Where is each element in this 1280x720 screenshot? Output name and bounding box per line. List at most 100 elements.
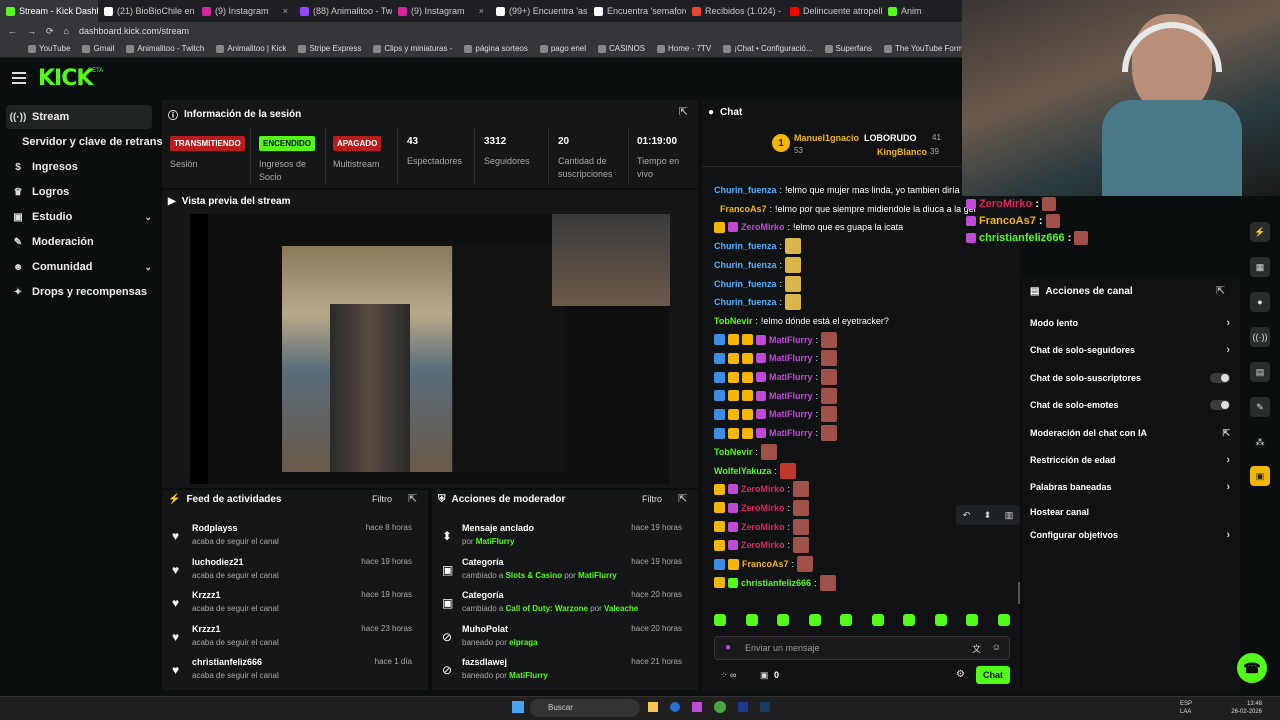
chat-message[interactable]: Churin_fuenza:: [714, 294, 802, 311]
emote-icon[interactable]: [714, 614, 726, 626]
bookmark[interactable]: ¡Chat • Configuració...: [723, 44, 813, 53]
send-chat-button[interactable]: Chat: [976, 666, 1010, 684]
emote-icon[interactable]: [997, 614, 1010, 626]
feed-username[interactable]: Krzzz1: [192, 624, 221, 634]
mic-icon[interactable]: ●: [725, 642, 731, 653]
chat-scrollbar[interactable]: [1018, 582, 1020, 604]
sidebar-item-studio[interactable]: ▣ Estudio ⌄: [6, 205, 152, 229]
emote-icon[interactable]: [777, 614, 790, 626]
chat-message[interactable]: ZeroMirko:: [714, 499, 810, 516]
chat-message[interactable]: TobNevir:: [714, 443, 777, 460]
note-icon[interactable]: ▦: [1250, 257, 1270, 277]
modaction-row[interactable]: ▣ Categoría cambiado a Call of Duty: Warzo…: [432, 588, 692, 620]
toggle-switch[interactable]: [1210, 373, 1230, 383]
chat-message[interactable]: MatiFlurry:: [714, 406, 838, 423]
chat-username[interactable]: MatiFlurry: [769, 372, 813, 382]
chat-username[interactable]: ZeroMirko: [741, 222, 785, 232]
modaction-row[interactable]: ⊘ fazsdlawej baneado por MatiFlurry hace 21…: [432, 655, 692, 687]
chat-username[interactable]: Churin_fuenza: [714, 297, 777, 307]
gift-count-icon[interactable]: ▣: [760, 670, 769, 681]
browser-tab[interactable]: Recibidos (1.024) - anim×: [686, 0, 784, 22]
modaction-highlight[interactable]: MatiFlurry: [578, 571, 617, 580]
chat-message[interactable]: MatiFlurry:: [714, 350, 838, 367]
layout-icon[interactable]: ▤: [1250, 362, 1270, 382]
modaction-highlight[interactable]: Valeache: [604, 604, 638, 613]
chrome-icon[interactable]: [714, 701, 726, 713]
bookmark[interactable]: Stripe Express: [298, 44, 361, 53]
browser-tab[interactable]: (88) Animalitoo - Twitch×: [294, 0, 392, 22]
channel-action-9[interactable]: Configurar objetivos ›: [1030, 527, 1230, 543]
menu-icon[interactable]: [12, 72, 26, 84]
chat-message[interactable]: christianfeliz666:: [714, 574, 836, 591]
chat-username[interactable]: ZeroMirko: [741, 484, 785, 494]
modaction-highlight[interactable]: MatiFlurry: [509, 671, 548, 680]
browser-tab[interactable]: (99+) Encuentra 'ashka' e×: [490, 0, 588, 22]
chat-message[interactable]: FrancoAs7:: [714, 556, 814, 572]
premiere-icon[interactable]: [738, 702, 748, 712]
folder-icon[interactable]: [648, 702, 658, 712]
emote-icon[interactable]: [840, 614, 853, 626]
chat-username[interactable]: TobNevir: [714, 316, 752, 326]
browser-tab[interactable]: Delincuente atropellado×: [784, 0, 882, 22]
chat-message[interactable]: Churin_fuenza:: [714, 275, 802, 292]
support-button[interactable]: ☎: [1237, 653, 1267, 683]
modaction-highlight[interactable]: MatiFlurry: [476, 537, 515, 546]
chat-bubble-icon[interactable]: ●: [1250, 292, 1270, 312]
chat-message[interactable]: ZeroMirko:: [714, 481, 810, 498]
url-text[interactable]: dashboard.kick.com/stream: [79, 26, 189, 36]
browser-tab[interactable]: Stream - Kick Dashboard×: [0, 0, 98, 22]
feed-username[interactable]: Rodplayss: [192, 523, 238, 533]
bookmark[interactable]: Home - 7TV: [657, 44, 711, 53]
sidebar-item-server-key[interactable]: Servidor y clave de retransmisión: [16, 130, 162, 154]
translate-icon[interactable]: 文: [972, 642, 981, 655]
kick-logo[interactable]: KICK: [38, 66, 93, 91]
back-icon[interactable]: ←: [8, 26, 17, 36]
sidebar-item-moderation[interactable]: ✎ Moderación: [6, 230, 152, 254]
channel-action-3[interactable]: Chat de solo-suscriptores: [1030, 370, 1230, 386]
browser-tab[interactable]: (9) Instagram ×: [392, 0, 490, 22]
browser-tab[interactable]: (21) BioBioChile en X: "×: [98, 0, 196, 22]
chat-message[interactable]: MatiFlurry:: [714, 331, 838, 348]
modaction-row[interactable]: ⬍ Mensaje anclado por MatiFlurry hace 19 ho…: [432, 521, 692, 553]
reload-icon[interactable]: ⟳: [46, 26, 54, 37]
app-icon[interactable]: [670, 702, 680, 712]
share-icon[interactable]: ⁂: [1250, 432, 1270, 452]
chat-message[interactable]: ZeroMirko:: [714, 518, 810, 535]
trash-icon[interactable]: ▥: [1005, 510, 1014, 521]
broadcast-icon[interactable]: ((·)): [1250, 327, 1270, 347]
wrench-icon[interactable]: ✎: [1250, 397, 1270, 417]
channel-action-4[interactable]: Chat de solo-emotes: [1030, 397, 1230, 413]
bookmark[interactable]: pago enel: [539, 44, 586, 53]
modaction-highlight[interactable]: Call of Duty: Warzone: [506, 604, 588, 613]
chat-username[interactable]: MatiFlurry: [769, 428, 813, 438]
modaction-highlight[interactable]: elpraga: [509, 638, 537, 647]
bolt-icon[interactable]: ⚡: [1250, 222, 1270, 242]
chat-username[interactable]: Churin_fuenza: [714, 260, 777, 270]
channel-action-1[interactable]: Modo lento ›: [1030, 315, 1230, 331]
bookmark[interactable]: CASINOS: [598, 44, 645, 53]
feed-username[interactable]: christianfeliz666: [192, 657, 262, 667]
chat-settings-icon[interactable]: ⚙: [956, 669, 965, 680]
app-icon[interactable]: [692, 702, 702, 712]
chat-message[interactable]: MatiFlurry:: [714, 369, 838, 385]
chat-input[interactable]: ● Enviar un mensaje 文 ☺: [714, 636, 1010, 660]
clock[interactable]: 13:48 26-02-2026: [1226, 700, 1262, 716]
chat-username[interactable]: WolfelYakuza: [714, 466, 771, 476]
feed-username[interactable]: Krzzz1: [192, 590, 221, 600]
emote-icon[interactable]: [871, 614, 884, 626]
chat-username[interactable]: Churin_fuenza: [714, 185, 777, 195]
chat-username[interactable]: MatiFlurry: [769, 409, 813, 419]
sidebar-item-stream[interactable]: ((·)) Stream: [6, 105, 152, 129]
chat-username[interactable]: FrancoAs7: [742, 559, 789, 569]
gift-icon[interactable]: ▣: [1250, 466, 1270, 486]
feed-row[interactable]: ♥ Rodplayss acaba de seguir el canal hace 8…: [162, 521, 422, 553]
popout-icon[interactable]: ⇱: [679, 105, 688, 118]
toggle-switch[interactable]: [1210, 400, 1230, 410]
sidebar-item-achievements[interactable]: ♛ Logros: [6, 180, 152, 204]
filter-button[interactable]: Filtro: [642, 494, 662, 504]
forward-icon[interactable]: →: [27, 26, 36, 36]
bookmark[interactable]: Superfans: [824, 44, 872, 53]
bookmark[interactable]: Gmail: [82, 44, 114, 53]
chat-message[interactable]: Churin_fuenza:: [714, 238, 802, 255]
feed-row[interactable]: ♥ luchodiez21 acaba de seguir el canal hace…: [162, 555, 422, 587]
